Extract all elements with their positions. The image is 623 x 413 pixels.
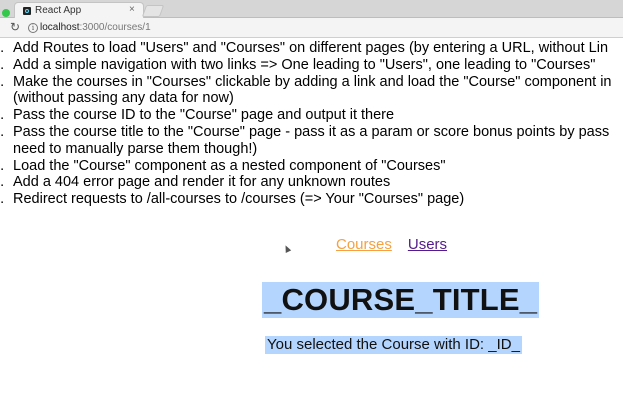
instruction-number: 2.: [0, 56, 5, 73]
instruction-item: 3. Make the courses in "Courses" clickabl…: [0, 74, 623, 91]
instruction-text: Pass the course title to the "Course" pa…: [13, 123, 610, 140]
browser-tab-react-app[interactable]: React App ×: [14, 2, 144, 18]
instruction-item: 8. Redirect requests to /all-courses to /…: [0, 191, 623, 208]
instruction-text: (without passing any data for now): [13, 90, 234, 107]
react-favicon-icon: [23, 7, 31, 15]
assignment-instructions-list: 1. Add Routes to load "Users" and "Course…: [0, 40, 623, 208]
new-tab-button[interactable]: [141, 5, 165, 17]
instruction-text: need to manually parse them though!): [13, 140, 258, 157]
url-path: :3000/courses/1: [79, 22, 151, 33]
site-info-icon[interactable]: i: [28, 23, 38, 33]
course-id-text: You selected the Course with ID: _ID_: [265, 336, 522, 354]
reload-icon[interactable]: ↻: [10, 20, 20, 34]
instruction-number: 4.: [0, 107, 5, 124]
instruction-number: 7.: [0, 174, 5, 191]
tab-title: React App: [35, 5, 82, 16]
instruction-text: Add Routes to load "Users" and "Courses"…: [13, 40, 609, 56]
instruction-text: Add a 404 error page and render it for a…: [13, 174, 391, 191]
url-host: localhost: [40, 22, 80, 33]
instruction-item: 7. Add a 404 error page and render it for…: [0, 174, 623, 191]
browser-tab-bar: React App ×: [0, 0, 623, 18]
mouse-pointer-icon: [282, 244, 292, 253]
browser-toolbar: ↻ i localhost:3000/courses/1: [0, 18, 623, 38]
instruction-item: 2. Add a simple navigation with two links…: [0, 57, 623, 74]
instruction-text: Load the "Course" component as a nested …: [13, 157, 446, 174]
nav-link-courses[interactable]: Courses: [336, 236, 392, 253]
instruction-number: 8.: [0, 191, 5, 208]
course-title: _COURSE_TITLE_: [262, 282, 540, 318]
instruction-item: 1. Add Routes to load "Users" and "Course…: [0, 40, 623, 57]
instruction-number: 3.: [0, 73, 5, 90]
instruction-number: 5.: [0, 123, 5, 140]
instruction-text: Make the courses in "Courses" clickable …: [13, 73, 612, 90]
instruction-item: 4. Pass the course ID to the "Course" pag…: [0, 107, 623, 124]
instruction-text: Add a simple navigation with two links =…: [13, 56, 596, 73]
instruction-text: Redirect requests to /all-courses to /co…: [13, 191, 465, 208]
instruction-number: 1.: [0, 40, 5, 56]
instruction-number: 6.: [0, 157, 5, 174]
main-navigation: Courses Users: [336, 236, 447, 254]
nav-link-users[interactable]: Users: [408, 236, 447, 253]
instruction-item-continuation: (without passing any data for now): [0, 90, 623, 107]
address-bar[interactable]: localhost:3000/courses/1: [40, 21, 151, 34]
window-maximize-button[interactable]: [2, 9, 10, 17]
instruction-text: Pass the course ID to the "Course" page …: [13, 107, 395, 124]
instruction-item: 5. Pass the course title to the "Course" …: [0, 124, 623, 141]
instruction-item: 6. Load the "Course" component as a neste…: [0, 158, 623, 175]
tab-close-icon[interactable]: ×: [129, 3, 135, 16]
instruction-item-continuation: need to manually parse them though!): [0, 141, 623, 158]
